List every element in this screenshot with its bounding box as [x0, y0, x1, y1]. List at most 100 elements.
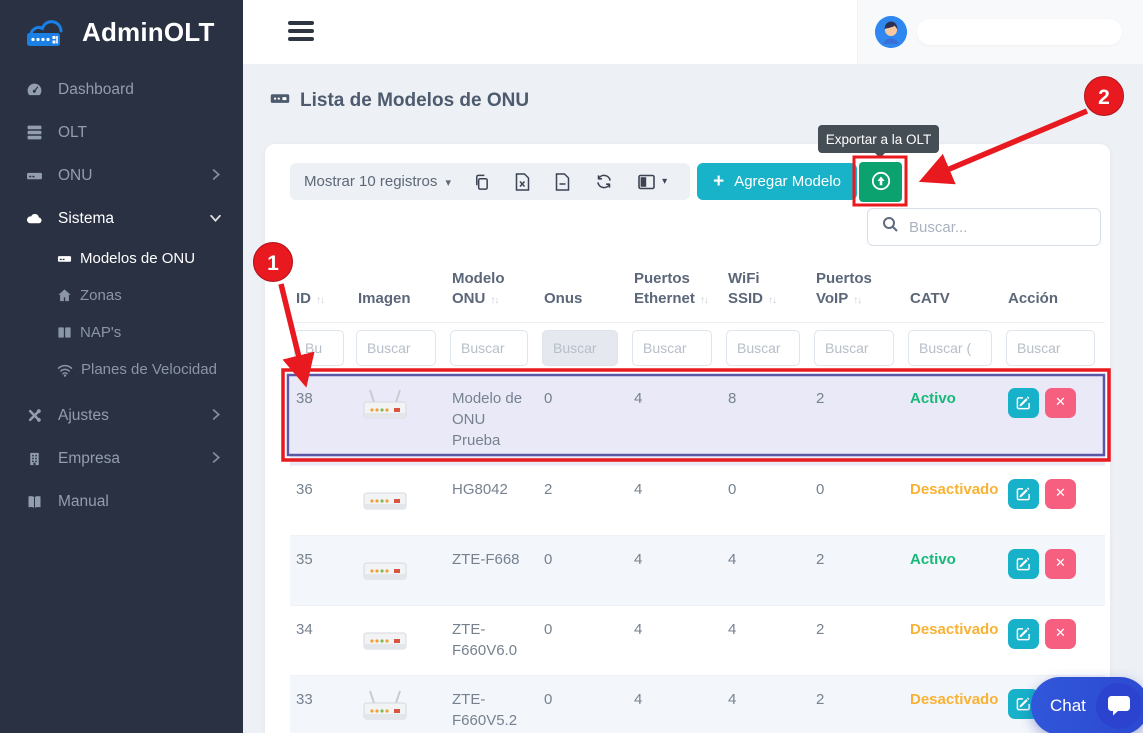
sort-icon[interactable]: ↑↓ [768, 295, 776, 306]
columns-icon[interactable]: ▾ [638, 174, 667, 190]
sidebar-subitem-label: Planes de Velocidad [81, 361, 217, 378]
column-header[interactable]: Puertos Ethernet↑↓ [628, 264, 722, 322]
column-filter-input[interactable] [294, 330, 344, 366]
sidebar-item-empresa[interactable]: Empresa [0, 437, 243, 480]
sidebar-item-manual[interactable]: Manual [0, 480, 243, 523]
show-entries-dropdown[interactable]: Mostrar 10 registros ▾ [304, 173, 451, 190]
sidebar-subitem-naps[interactable]: NAP's [0, 314, 243, 351]
app-window: AdminOLT Dashboard OLT ONU Sistema Model… [0, 0, 1143, 733]
delete-button[interactable]: ✕ [1045, 388, 1076, 418]
edit-button[interactable] [1008, 479, 1039, 509]
column-filter-input[interactable] [632, 330, 712, 366]
delete-button[interactable]: ✕ [1045, 479, 1076, 509]
cell-image [352, 605, 446, 675]
edit-button[interactable] [1008, 619, 1039, 649]
cell-ethernet: 4 [628, 535, 722, 605]
search-input[interactable] [909, 219, 1079, 236]
cell-catv: Desactivado [904, 675, 1002, 733]
column-header[interactable]: WiFi SSID↑↓ [722, 264, 810, 322]
cell-wifi: 4 [722, 675, 810, 733]
column-filter-input[interactable] [726, 330, 800, 366]
cell-voip: 2 [810, 374, 904, 465]
excel-icon[interactable] [515, 173, 530, 191]
column-header[interactable]: Puertos VoIP↑↓ [810, 264, 904, 322]
cell-action: ✕ [1002, 535, 1105, 605]
edit-button[interactable] [1008, 388, 1039, 418]
brand-logo[interactable]: AdminOLT [0, 0, 243, 64]
sidebar-subitem-planes-de-velocidad[interactable]: Planes de Velocidad [0, 351, 243, 388]
table-row[interactable]: 34 ZTE-F660V6.0 0 4 4 2 Desactivado [290, 605, 1105, 675]
refresh-icon[interactable] [595, 173, 613, 190]
delete-button[interactable]: ✕ [1045, 549, 1076, 579]
column-filter-input[interactable] [542, 330, 618, 366]
sidebar-item-dashboard[interactable]: Dashboard [0, 68, 243, 111]
cell-action: ✕ [1002, 374, 1105, 465]
delete-button[interactable]: ✕ [1045, 619, 1076, 649]
tools-icon [24, 407, 44, 424]
add-model-button[interactable]: + Agregar Modelo [697, 163, 857, 200]
sort-icon[interactable]: ↑↓ [700, 295, 708, 306]
table-toolbar: Mostrar 10 registros ▾ ▾ [290, 163, 690, 200]
column-filter-input[interactable] [1006, 330, 1095, 366]
sidebar-item-ajustes[interactable]: Ajustes [0, 394, 243, 437]
column-header: Imagen [352, 264, 446, 322]
onu-image [358, 689, 412, 731]
column-filter-input[interactable] [908, 330, 992, 366]
copy-icon[interactable] [473, 173, 490, 191]
upload-circle-icon [870, 170, 892, 195]
cell-image [352, 374, 446, 465]
onu-image [358, 388, 412, 430]
main-content: Lista de Modelos de ONU Mostrar 10 regis… [243, 64, 1143, 733]
sidebar-item-label: OLT [58, 124, 87, 142]
sidebar-subitem-zonas[interactable]: Zonas [0, 277, 243, 314]
home-icon [57, 288, 72, 303]
file-icon[interactable] [555, 173, 570, 191]
hamburger-menu-icon[interactable] [288, 21, 314, 45]
cell-image [352, 465, 446, 535]
sort-icon[interactable]: ↑↓ [853, 295, 861, 306]
column-filter-input[interactable] [356, 330, 436, 366]
column-filter-input[interactable] [450, 330, 528, 366]
table-row[interactable]: 36 HG8042 2 4 0 0 Desactivado [290, 465, 1105, 535]
sort-icon[interactable]: ↑↓ [316, 295, 324, 306]
column-filter-input[interactable] [814, 330, 894, 366]
table-row[interactable]: 38 Modelo de ONU Prueba 0 4 8 2 Activo [290, 374, 1105, 465]
sidebar-subitem-modelos-de-onu[interactable]: Modelos de ONU [0, 240, 243, 277]
sidebar-item-onu[interactable]: ONU [0, 154, 243, 197]
sidebar-item-sistema[interactable]: Sistema [0, 197, 243, 240]
chat-widget-button[interactable]: Chat [1031, 677, 1143, 733]
cell-model: ZTE-F660V6.0 [446, 605, 538, 675]
cell-ethernet: 4 [628, 374, 722, 465]
table-row[interactable]: 33 ZTE-F660V5.2 0 4 4 2 Desactivado [290, 675, 1105, 733]
caret-down-icon: ▾ [446, 177, 452, 189]
cell-catv: Desactivado [904, 465, 1002, 535]
column-header: Onus [538, 264, 628, 322]
cloud-icon [24, 210, 44, 227]
avatar[interactable] [875, 16, 907, 48]
cell-image [352, 535, 446, 605]
column-header[interactable]: Modelo ONU↑↓ [446, 264, 538, 322]
cell-id: 35 [290, 535, 352, 605]
column-header: CATV [904, 264, 1002, 322]
column-header[interactable]: ID↑↓ [290, 264, 352, 322]
user-panel[interactable] [857, 0, 1143, 64]
table-row[interactable]: 35 ZTE-F668 0 4 4 2 Activo [290, 535, 1105, 605]
cell-wifi: 8 [722, 374, 810, 465]
cell-ethernet: 4 [628, 605, 722, 675]
edit-button[interactable] [1008, 549, 1039, 579]
sidebar-subitem-label: NAP's [80, 324, 121, 341]
search-icon [882, 216, 899, 238]
cell-action: ✕ [1002, 465, 1105, 535]
sort-icon[interactable]: ↑↓ [490, 295, 498, 306]
sidebar-item-label: Sistema [58, 210, 114, 228]
columns-icon [57, 325, 72, 340]
show-entries-label: Mostrar 10 registros [304, 173, 437, 190]
cell-model: Modelo de ONU Prueba [446, 374, 538, 465]
sidebar-item-olt[interactable]: OLT [0, 111, 243, 154]
book-icon [24, 494, 44, 510]
cell-wifi: 4 [722, 605, 810, 675]
chat-label: Chat [1050, 696, 1086, 716]
export-to-olt-button[interactable] [859, 162, 902, 202]
sidebar-subitem-label: Zonas [80, 287, 122, 304]
cell-onus: 0 [538, 535, 628, 605]
